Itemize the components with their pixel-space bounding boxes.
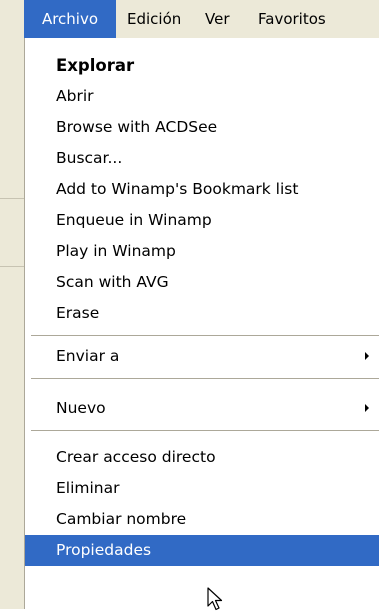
menu-edicion[interactable]: Edición [127, 0, 181, 38]
menu-item-scan-avg[interactable]: Scan with AVG [25, 267, 379, 298]
menu-item-buscar[interactable]: Buscar... [25, 143, 379, 174]
menu-archivo[interactable]: Archivo [24, 0, 116, 38]
menu-item-erase[interactable]: Erase [25, 298, 379, 329]
submenu-arrow-icon [365, 404, 369, 412]
menu-item-eliminar[interactable]: Eliminar [25, 473, 379, 504]
menu-bar: Archivo Edición Ver Favoritos [0, 0, 379, 38]
menu-item-label: Nuevo [56, 399, 106, 417]
menu-separator [31, 335, 379, 336]
menu-item-propiedades[interactable]: Propiedades [25, 535, 379, 566]
menu-item-enqueue-winamp[interactable]: Enqueue in Winamp [25, 205, 379, 236]
menu-item-browse-acdsee[interactable]: Browse with ACDSee [25, 112, 379, 143]
menu-item-cambiar-nombre[interactable]: Cambiar nombre [25, 504, 379, 535]
archivo-dropdown-menu: Explorar Abrir Browse with ACDSee Buscar… [24, 38, 379, 609]
menu-item-nuevo[interactable]: Nuevo [25, 393, 379, 424]
menu-item-play-winamp[interactable]: Play in Winamp [25, 236, 379, 267]
menu-item-enviar-a[interactable]: Enviar a [25, 341, 379, 372]
mouse-pointer-icon [207, 587, 223, 611]
menu-item-explorar[interactable]: Explorar [25, 50, 379, 81]
submenu-arrow-icon [365, 352, 369, 360]
menu-item-label: Enviar a [56, 347, 120, 365]
menu-ver[interactable]: Ver [205, 0, 230, 38]
menu-item-abrir[interactable]: Abrir [25, 81, 379, 112]
background-window [0, 38, 24, 609]
menu-separator [31, 430, 379, 431]
background-divider [0, 266, 24, 267]
menu-separator [31, 378, 379, 379]
menu-item-crear-acceso-directo[interactable]: Crear acceso directo [25, 442, 379, 473]
menu-favoritos[interactable]: Favoritos [258, 0, 326, 38]
background-divider [0, 198, 24, 199]
menu-item-winamp-bookmark[interactable]: Add to Winamp's Bookmark list [25, 174, 379, 205]
